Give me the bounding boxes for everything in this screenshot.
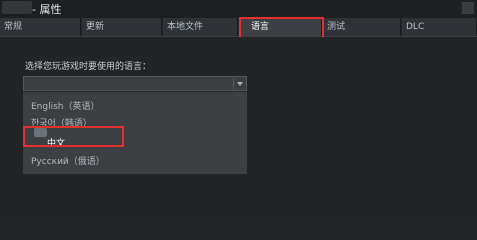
tab-general[interactable]: 常规 — [0, 18, 81, 36]
language-option-russian[interactable]: Pусский（俄语） — [31, 154, 105, 167]
flag-icon — [34, 128, 47, 137]
tab-dlc[interactable]: DLC — [402, 18, 477, 36]
title-bar: - 属性 — [0, 0, 477, 18]
select-divider — [233, 78, 234, 89]
language-option-chinese[interactable]: 中文 — [47, 136, 65, 149]
language-select[interactable] — [23, 76, 247, 91]
language-prompt-label: 选择您玩游戏时要使用的语言： — [25, 62, 152, 72]
language-option-english[interactable]: English（英语） — [31, 99, 100, 112]
tab-betas[interactable]: 测试 — [323, 18, 401, 36]
tab-language[interactable]: 语言 — [239, 18, 322, 36]
close-icon[interactable] — [462, 2, 474, 14]
app-icon — [2, 1, 32, 14]
chevron-down-icon[interactable] — [237, 82, 243, 86]
language-dropdown-list: English（英语） 한국어（韩语） 中文 Pусский（俄语） — [23, 92, 247, 174]
tab-updates[interactable]: 更新 — [82, 18, 162, 36]
window-title: - 属性 — [32, 3, 62, 16]
tab-local-files[interactable]: 本地文件 — [163, 18, 238, 36]
tab-bar: 常规 更新 本地文件 语言 测试 DLC — [0, 18, 477, 37]
